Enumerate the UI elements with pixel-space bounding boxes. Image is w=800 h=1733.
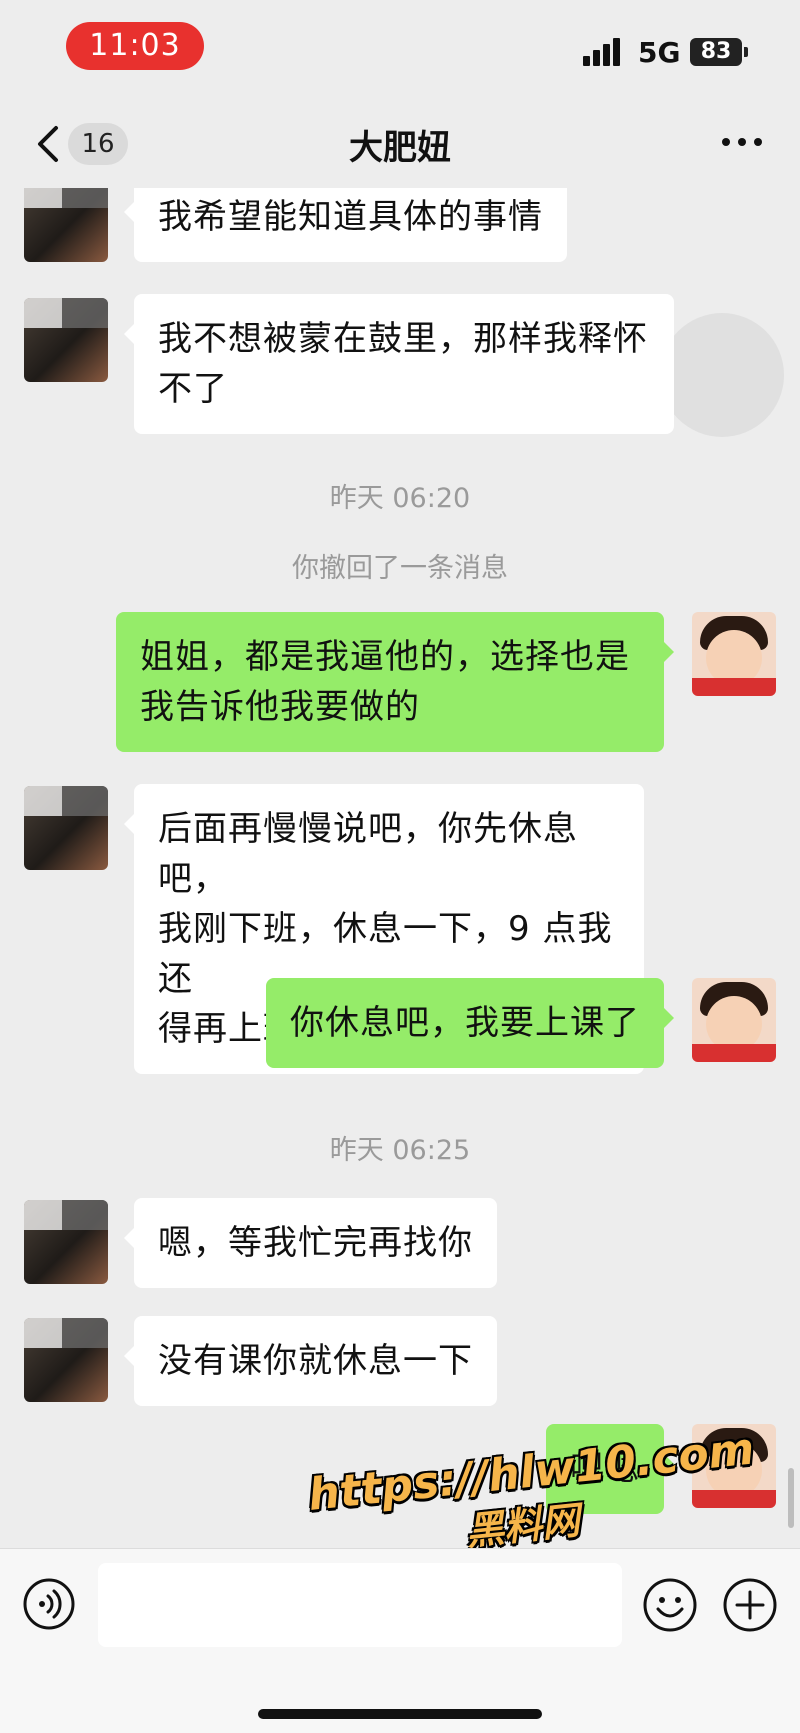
plus-circle-icon[interactable] [722,1577,778,1633]
more-dots-icon[interactable] [722,138,762,148]
contact-avatar[interactable] [24,188,108,262]
message-bubble-incoming[interactable]: 我不想被蒙在鼓里，那样我释怀 不了 [124,294,674,434]
chevron-left-icon[interactable] [30,122,70,166]
my-avatar[interactable] [692,612,776,696]
message-text-line: 我不想被蒙在鼓里，那样我释怀 [158,319,648,359]
message-text: 没有课你就休息一下 [158,1341,473,1381]
home-indicator[interactable] [258,1709,542,1719]
my-avatar[interactable] [692,978,776,1062]
status-time: 11:03 [66,22,204,70]
chat-header: 16 大肥妞 [0,100,800,188]
message-bubble-incoming[interactable]: 我希望能知道具体的事情 [124,188,567,262]
time-divider: 昨天 06:20 [329,483,471,514]
chat-title: 大肥妞 [349,128,451,168]
message-text-line: 不了 [158,369,228,409]
message-bubble-outgoing[interactable]: 姐姐，都是我逼他的，选择也是 我告诉他我要做的 [116,612,674,752]
message-list[interactable]: 我希望能知道具体的事情 我不想被蒙在鼓里，那样我释怀 不了 昨天 06:20 你… [0,188,800,1548]
message-text-line: 后面再慢慢说吧，你先休息吧， [158,809,578,899]
contact-avatar[interactable] [24,786,108,870]
message-bubble-outgoing[interactable]: 你休息吧，我要上课了 [266,978,674,1068]
message-bubble-incoming[interactable]: 没有课你就休息一下 [124,1316,497,1406]
signal-icon [583,38,627,66]
emoji-icon[interactable] [642,1577,698,1633]
time-divider: 昨天 06:25 [329,1135,471,1166]
message-text: 你休息吧，我要上课了 [290,1003,640,1043]
message-text: 嗯，等我忙完再找你 [158,1223,473,1263]
network-type: 5G [638,36,681,69]
contact-avatar[interactable] [24,1318,108,1402]
message-input[interactable] [98,1563,622,1647]
recall-notice: 你撤回了一条消息 [292,553,508,584]
message-text: 我希望能知道具体的事情 [158,197,543,237]
contact-avatar[interactable] [24,298,108,382]
message-bubble-incoming[interactable]: 嗯，等我忙完再找你 [124,1198,497,1288]
voice-icon[interactable] [22,1577,76,1631]
floating-overlay [660,313,784,437]
unread-count-badge[interactable]: 16 [68,123,128,165]
scrollbar-thumb[interactable] [788,1468,794,1528]
message-text-line: 姐姐，都是我逼他的，选择也是 [140,637,630,677]
contact-avatar[interactable] [24,1200,108,1284]
input-bar [0,1548,800,1733]
message-text-line: 我告诉他我要做的 [140,687,420,727]
status-bar: 11:03 5G 83 [0,0,800,100]
battery-icon: 83 [690,38,748,66]
